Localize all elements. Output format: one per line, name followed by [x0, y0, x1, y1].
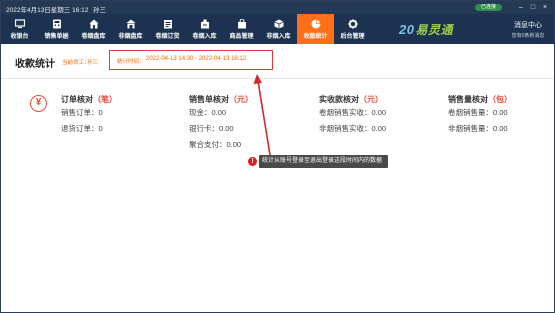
app-window: 2022年4月13日星期三 16:12 孙三 已连接 – □ × 收银台 销售单… — [0, 0, 555, 313]
statistics-tooltip: 统计从账号登录至退出登录这段时间内的数据 — [259, 155, 389, 168]
warning-icon: ! — [248, 157, 257, 166]
